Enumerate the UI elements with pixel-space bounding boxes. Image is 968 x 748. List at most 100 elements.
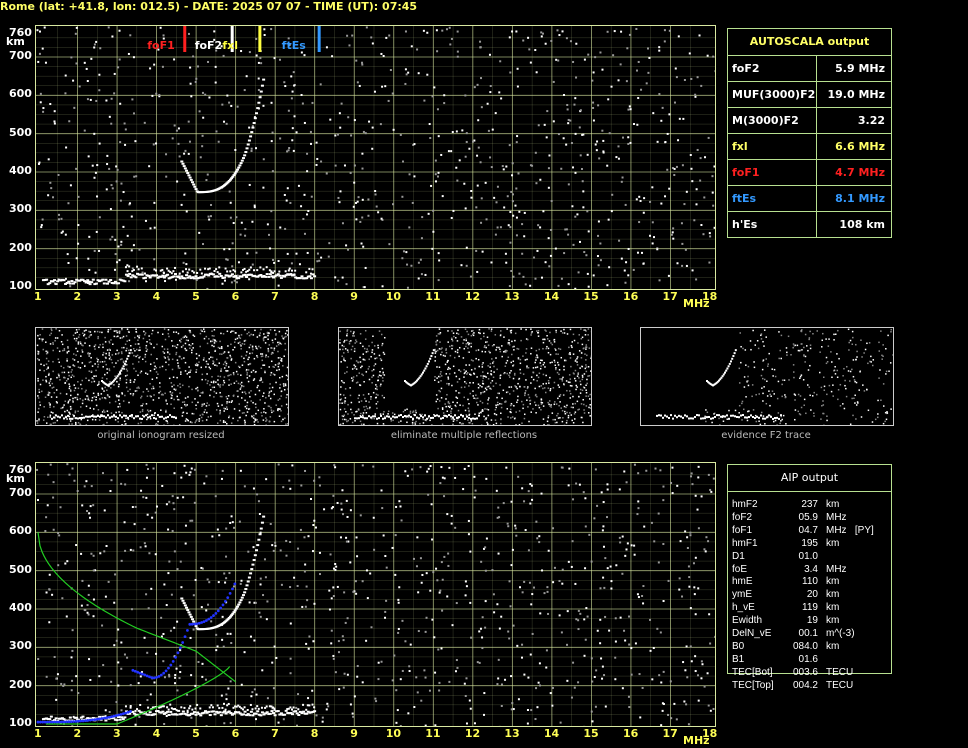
autoscala-row-fof1: foF1 4.7 MHz: [728, 160, 891, 186]
thumbnail-evidence-f2: [640, 327, 895, 427]
y-tick-label: 700: [9, 486, 32, 499]
autoscala-row-hes: h'Es 108 km: [728, 212, 891, 237]
aip-param-name: ymE: [732, 589, 752, 601]
x-tick-label: 12: [464, 290, 481, 303]
aip-param-unit: km: [826, 640, 840, 652]
autoscala-param-value: 4.7 MHz: [835, 166, 885, 179]
y-tick-label: 100: [9, 279, 32, 292]
autoscala-param-name: foF2: [728, 56, 817, 81]
aip-param-value: 003.6: [792, 666, 818, 678]
ionogram-bottom-svg: [36, 463, 715, 726]
autoscala-row-fxl: fxl 6.6 MHz: [728, 134, 891, 160]
y-unit-label: km: [6, 472, 25, 485]
x-tick-label: 3: [113, 727, 121, 740]
y-tick-label: 500: [9, 125, 32, 139]
aip-param-name: hmF2: [732, 499, 758, 510]
aip-param-value: 20: [806, 589, 818, 601]
aip-param-value: 00.1: [798, 628, 818, 640]
autoscala-param-value: 6.6 MHz: [835, 140, 885, 153]
x-tick-label: 14: [543, 727, 560, 740]
x-tick-label: 16: [622, 727, 639, 740]
autoscala-param-name: ftEs: [728, 186, 817, 211]
marker-label-ftEs: ftEs: [281, 39, 306, 52]
aip-row-b0: B0 084.0 km: [732, 641, 866, 654]
x-tick-label: 10: [385, 727, 402, 740]
x-tick-label: 15: [583, 727, 599, 740]
autoscala-row-m3000f2: M(3000)F2 3.22: [728, 108, 891, 134]
autoscala-param-value: 19.0 MHz: [827, 88, 885, 101]
autoscala-output-table: AUTOSCALA output foF2 5.9 MHz MUF(3000)F2 1…: [727, 28, 892, 238]
y-tick-label: 300: [9, 639, 32, 653]
aip-param-value: 195: [801, 537, 818, 549]
aip-param-unit: km: [826, 499, 840, 510]
x-tick-label: 1: [34, 290, 42, 303]
x-tick-label: 6: [231, 290, 240, 303]
aip-row-b1: B1 01.6: [732, 654, 866, 667]
x-tick-label: 9: [350, 290, 358, 303]
autoscala-param-value: 5.9 MHz: [835, 62, 885, 75]
autoscala-param-name: M(3000)F2: [728, 108, 817, 133]
autoscala-param-name: h'Es: [728, 212, 817, 237]
aip-param-value: 01.6: [798, 653, 818, 665]
aip-row-fof2: foF2 05.9 MHz: [732, 512, 866, 525]
y-tick-label: 400: [9, 164, 32, 177]
aip-row-hve: h_vE 119 km: [732, 602, 866, 615]
x-tick-label: 15: [583, 290, 599, 303]
aip-param-unit: MHz: [826, 563, 847, 575]
x-tick-label: 5: [192, 290, 200, 303]
aip-param-value: 110: [802, 576, 818, 588]
ionogram-title: Rome (lat: +41.8, lon: 012.5) - DATE: 20…: [0, 0, 418, 13]
x-tick-label: 17: [662, 290, 678, 303]
ionogram-plot-bottom: [35, 462, 716, 727]
aip-param-unit: km: [826, 576, 840, 588]
aip-param-name: TEC[Top]: [732, 679, 774, 691]
aip-row-ewidth: Ewidth 19 km: [732, 615, 866, 628]
aip-param-unit: km: [826, 589, 840, 601]
aip-param-value: 3.4: [804, 563, 818, 575]
aip-param-unit: MHz: [826, 511, 847, 523]
y-unit-label: km: [6, 35, 25, 48]
aip-param-unit: km: [826, 537, 840, 549]
aip-param-unit: km: [826, 602, 840, 614]
x-tick-label: 13: [504, 727, 520, 740]
x-tick-label: 5: [192, 727, 200, 740]
aip-param-name: Ewidth: [732, 615, 763, 627]
y-tick-label: 200: [9, 240, 32, 254]
x-tick-label: 2: [73, 290, 82, 303]
aip-param-name: hmE: [732, 576, 753, 588]
x-tick-label: 14: [543, 290, 560, 303]
autoscala-row-ftes: ftEs 8.1 MHz: [728, 186, 891, 212]
aip-row-hmf1: hmF1 195 km: [732, 538, 866, 551]
autoscala-param-name: foF1: [728, 160, 817, 185]
x-tick-label: 4: [152, 727, 161, 740]
aip-row-tecbot: TEC[Bot] 003.6 TECU: [732, 667, 866, 680]
aip-row-yme: ymE 20 km: [732, 589, 866, 602]
aip-param-name: DelN_vE: [732, 628, 772, 640]
aip-param-value: 19: [806, 615, 818, 627]
y-tick-label: 600: [9, 524, 32, 538]
aip-param-unit: m^(-3): [826, 628, 855, 640]
aip-row-foe: foE 3.4 MHz: [732, 564, 866, 577]
marker-label-foF2: foF2: [194, 39, 223, 52]
thumbnail-caption: original ionogram resized: [97, 430, 225, 441]
autoscala-param-value: 108 km: [839, 218, 885, 231]
y-tick-label: 200: [9, 677, 32, 691]
thumbnail-caption: eliminate multiple reflections: [390, 430, 538, 441]
aip-row-tectop: TEC[Top] 004.2 TECU: [732, 680, 866, 693]
aip-param-value: 05.9: [798, 511, 818, 523]
aip-row-delnve: DelN_vE 00.1 m^(-3): [732, 628, 866, 641]
x-tick-label: 12: [464, 727, 481, 740]
x-tick-label: 16: [622, 290, 639, 303]
x-tick-label: 3: [113, 290, 121, 303]
x-tick-label: 8: [310, 290, 319, 303]
aip-output-list: hmF2 237 km foF2 05.9 MHz foF1 04.7 MHz [PY] hmF1…: [732, 499, 874, 693]
aip-param-name: B0: [732, 640, 745, 652]
aip-header: AIP output: [727, 464, 892, 492]
ionogram-plot-top: [35, 25, 716, 290]
aip-param-unit: [826, 551, 866, 564]
thumbnail-caption: evidence F2 trace: [721, 430, 811, 441]
x-tick-label: 7: [271, 290, 279, 303]
aip-param-name: h_vE: [732, 602, 755, 614]
autoscala-header: AUTOSCALA output: [728, 29, 891, 56]
y-tick-label: 400: [9, 601, 32, 614]
